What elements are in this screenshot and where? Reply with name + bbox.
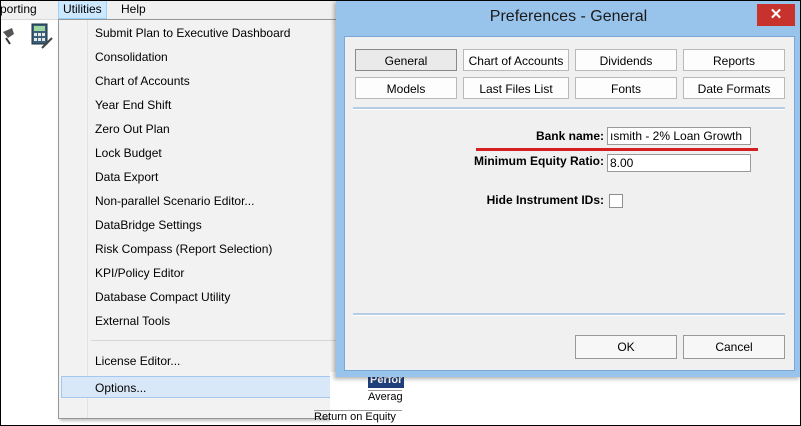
tabs-divider: [353, 107, 785, 110]
bank-name-field[interactable]: ısmith - 2% Loan Growth: [607, 127, 751, 145]
average-label: Averag: [368, 390, 402, 403]
menu-item-risk-compass[interactable]: Risk Compass (Report Selection): [95, 238, 272, 260]
hide-instrument-ids-label: Hide Instrument IDs:: [486, 193, 604, 207]
buttons-divider: [353, 313, 785, 316]
menu-item-scenario-editor[interactable]: Non-parallel Scenario Editor...: [95, 190, 254, 212]
tab-models[interactable]: Models: [355, 77, 457, 99]
calculator-icon[interactable]: [30, 22, 53, 49]
dialog-titlebar[interactable]: Preferences - General ✕: [336, 0, 801, 36]
ok-button[interactable]: OK: [575, 335, 677, 359]
utilities-dropdown-menu: Submit Plan to Executive Dashboard Conso…: [58, 19, 368, 419]
menu-item-data-export[interactable]: Data Export: [95, 166, 158, 188]
menu-utilities[interactable]: Utilities: [58, 0, 107, 19]
menu-icon-gutter: [59, 20, 88, 418]
menu-item-database-compact[interactable]: Database Compact Utility: [95, 286, 230, 308]
annotation-underline: [476, 148, 758, 151]
tool-icon[interactable]: [0, 24, 22, 50]
tab-general[interactable]: General: [355, 49, 457, 71]
menu-item-lock-budget[interactable]: Lock Budget: [95, 142, 162, 164]
dialog-client-area: General Chart of Accounts Dividends Repo…: [344, 36, 795, 371]
menu-help[interactable]: Help: [121, 2, 146, 16]
close-icon[interactable]: ✕: [757, 4, 795, 26]
menu-separator: [91, 340, 363, 341]
tab-dividends[interactable]: Dividends: [575, 49, 677, 71]
preferences-dialog: Preferences - General ✕ General Chart of…: [336, 0, 801, 377]
tab-reports[interactable]: Reports: [683, 49, 785, 71]
menu-item-year-end-shift[interactable]: Year End Shift: [95, 94, 171, 116]
cancel-button[interactable]: Cancel: [683, 335, 785, 359]
minimum-equity-ratio-label: Minimum Equity Ratio:: [474, 154, 604, 168]
menu-item-kpi-policy-editor[interactable]: KPI/Policy Editor: [95, 262, 184, 284]
menu-item-license-editor[interactable]: License Editor...: [95, 350, 180, 372]
tab-fonts[interactable]: Fonts: [575, 77, 677, 99]
menu-item-databridge-settings[interactable]: DataBridge Settings: [95, 214, 202, 236]
menu-reporting[interactable]: porting: [0, 2, 37, 16]
app-toolbar: [0, 20, 58, 420]
menu-item-chart-of-accounts[interactable]: Chart of Accounts: [95, 70, 190, 92]
menu-item-options[interactable]: Options...: [61, 376, 361, 398]
hide-instrument-ids-checkbox[interactable]: [609, 194, 623, 208]
tab-chart-of-accounts[interactable]: Chart of Accounts: [463, 49, 569, 71]
menu-item-submit-plan[interactable]: Submit Plan to Executive Dashboard: [95, 22, 290, 44]
bank-name-label: Bank name:: [535, 129, 604, 143]
return-on-equity-label: Return on Equity: [314, 410, 402, 425]
dialog-title: Preferences - General: [489, 8, 648, 25]
tab-last-files-list[interactable]: Last Files List: [463, 77, 569, 99]
tab-date-formats[interactable]: Date Formats: [683, 77, 785, 99]
menu-item-consolidation[interactable]: Consolidation: [95, 46, 168, 68]
menu-item-external-tools[interactable]: External Tools: [95, 310, 170, 332]
menu-item-zero-out-plan[interactable]: Zero Out Plan: [95, 118, 170, 140]
minimum-equity-ratio-field[interactable]: 8.00: [607, 154, 751, 172]
